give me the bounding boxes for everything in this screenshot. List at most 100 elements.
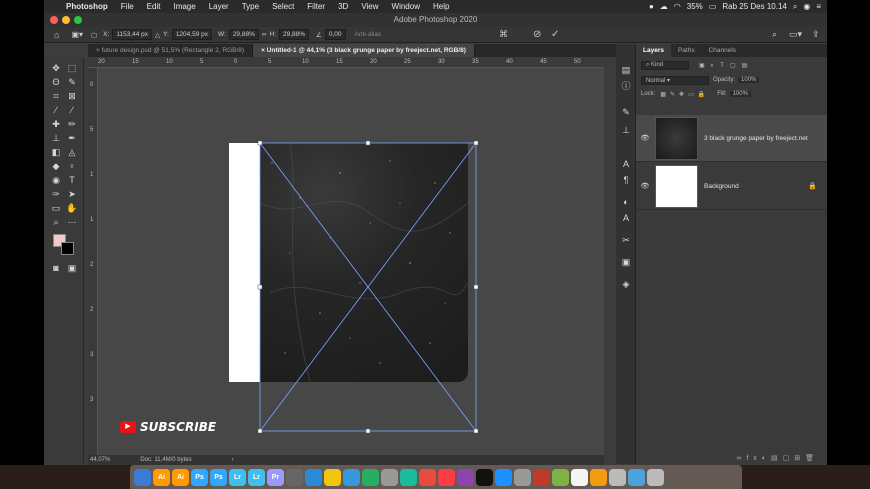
opacity-field[interactable]: 100% bbox=[738, 77, 760, 83]
menu-type[interactable]: Type bbox=[242, 2, 259, 11]
brush-settings-icon[interactable]: ✎ bbox=[620, 106, 632, 118]
eyedropper-tool-icon[interactable]: ⁄ bbox=[50, 104, 62, 116]
type-tool-icon[interactable]: T bbox=[66, 174, 78, 186]
dock-app-icon[interactable] bbox=[381, 468, 398, 486]
siri-icon[interactable]: ◉ bbox=[803, 2, 810, 11]
adjustments-icon[interactable]: ◐ bbox=[620, 196, 632, 208]
menu-layer[interactable]: Layer bbox=[209, 2, 229, 11]
lock-icons[interactable]: ▦✎✥▭🔒 bbox=[660, 91, 709, 98]
info-icon[interactable]: ⓘ bbox=[620, 80, 632, 92]
menu-filter[interactable]: Filter bbox=[307, 2, 325, 11]
dock-app-icon[interactable] bbox=[438, 468, 455, 486]
move-tool-icon[interactable]: ✥ bbox=[50, 62, 62, 74]
menu-edit[interactable]: Edit bbox=[147, 2, 161, 11]
visibility-eye-icon[interactable]: 👁 bbox=[636, 134, 654, 142]
blur-tool-icon[interactable]: ◆ bbox=[50, 160, 62, 172]
y-field[interactable]: 1204,59 px bbox=[171, 29, 212, 40]
dock-app-icon[interactable] bbox=[590, 468, 607, 486]
dock-app-icon[interactable]: Ai bbox=[172, 468, 189, 486]
dock-app-icon[interactable] bbox=[647, 468, 664, 486]
burn-tool-icon[interactable]: ◉ bbox=[50, 174, 62, 186]
canvas-area[interactable] bbox=[98, 68, 604, 455]
menu-view[interactable]: View bbox=[361, 2, 378, 11]
dock-app-icon[interactable] bbox=[305, 468, 322, 486]
tab-paths[interactable]: Paths bbox=[671, 44, 702, 57]
app-menu[interactable]: Photoshop bbox=[66, 2, 108, 11]
dock-app-icon[interactable]: Lr bbox=[229, 468, 246, 486]
dock-app-icon[interactable] bbox=[419, 468, 436, 486]
clone-stamp-tool-icon[interactable]: ⊥ bbox=[50, 132, 62, 144]
brush-tool-icon[interactable]: ✏ bbox=[66, 118, 78, 130]
menu-3d[interactable]: 3D bbox=[338, 2, 348, 11]
dock-app-icon[interactable] bbox=[343, 468, 360, 486]
dock-app-icon[interactable] bbox=[533, 468, 550, 486]
dock-app-icon[interactable] bbox=[400, 468, 417, 486]
rectangle-tool-icon[interactable]: ▭ bbox=[50, 202, 62, 214]
kind-filter[interactable]: ⌕ Kind bbox=[641, 60, 689, 70]
dock-app-icon[interactable] bbox=[628, 468, 645, 486]
dock-app-icon[interactable]: Ai bbox=[153, 468, 170, 486]
tools-settings-icon[interactable]: ✂ bbox=[620, 234, 632, 246]
share-icon[interactable]: ⇪ bbox=[812, 29, 820, 40]
dock-app-icon[interactable] bbox=[457, 468, 474, 486]
history-icon[interactable]: ▤ bbox=[620, 64, 632, 76]
menubar-clock[interactable]: Rab 25 Des 10.14 bbox=[722, 2, 787, 11]
tab-untitled-1[interactable]: × Untitled-1 @ 44,1% (3 black grunge pap… bbox=[253, 44, 475, 57]
commit-transform-icon[interactable]: ✓ bbox=[551, 29, 559, 40]
zoom-level[interactable]: 44,07% bbox=[90, 457, 110, 463]
x-field[interactable]: 1153,44 px bbox=[112, 29, 153, 40]
workspace-icon[interactable]: ▭▾ bbox=[789, 29, 802, 40]
angle-field[interactable]: 0,00 bbox=[324, 29, 346, 40]
menu-image[interactable]: Image bbox=[173, 2, 195, 11]
battery-icon[interactable]: ▭ bbox=[709, 2, 717, 11]
tab-channels[interactable]: Channels bbox=[702, 44, 743, 57]
paragraph-icon[interactable]: ¶ bbox=[620, 174, 632, 186]
zoom-window-button[interactable] bbox=[74, 16, 82, 24]
dock-app-icon[interactable]: Lr bbox=[248, 468, 265, 486]
antialias-label[interactable]: Anti-alias bbox=[355, 31, 382, 38]
status-arrow-icon[interactable]: › bbox=[232, 457, 234, 463]
layer-name[interactable]: 3 black grunge paper by freeject.net bbox=[704, 135, 808, 142]
dock-app-icon[interactable]: Pr bbox=[267, 468, 284, 486]
healing-brush-tool-icon[interactable]: ✚ bbox=[50, 118, 62, 130]
screen-mode-icon[interactable]: ▣ bbox=[66, 262, 78, 274]
dock-app-icon[interactable]: Ps bbox=[191, 468, 208, 486]
cancel-transform-icon[interactable]: ⊘ bbox=[533, 29, 541, 40]
control-center-icon[interactable]: ≡ bbox=[816, 2, 821, 11]
character-icon[interactable]: A bbox=[620, 158, 632, 170]
transform-tool-icon[interactable]: ▣▾ bbox=[71, 30, 83, 39]
search-icon[interactable]: ⌕ bbox=[772, 29, 777, 40]
menu-file[interactable]: File bbox=[121, 2, 134, 11]
home-icon[interactable]: ⌂ bbox=[54, 30, 59, 40]
wifi-icon[interactable]: ◠ bbox=[674, 2, 681, 11]
libraries-icon[interactable]: ▣ bbox=[620, 256, 632, 268]
hand-tool-icon[interactable]: ✋ bbox=[66, 202, 78, 214]
history-brush-tool-icon[interactable]: ✒ bbox=[66, 132, 78, 144]
warp-icon[interactable]: ⌘ bbox=[499, 29, 508, 40]
quick-select-tool-icon[interactable]: ✎ bbox=[66, 76, 78, 88]
dock-app-icon[interactable] bbox=[286, 468, 303, 486]
crop-tool-icon[interactable]: ⌗ bbox=[50, 90, 62, 102]
path-select-tool-icon[interactable]: ➤ bbox=[66, 188, 78, 200]
background-color-swatch[interactable] bbox=[61, 242, 74, 255]
dodge-tool-icon[interactable]: ♀ bbox=[66, 160, 78, 172]
quick-mask-icon[interactable]: ◙ bbox=[50, 262, 62, 274]
dock-app-icon[interactable] bbox=[552, 468, 569, 486]
tab-future-design[interactable]: × future design.psd @ 51,5% (Rectangle 2… bbox=[88, 44, 254, 57]
dock-app-icon[interactable] bbox=[571, 468, 588, 486]
reference-point-icon[interactable]: ▢ bbox=[91, 31, 97, 39]
layer-row[interactable]: 👁 Background 🔒 bbox=[636, 163, 827, 210]
glyphs-icon[interactable]: A bbox=[620, 212, 632, 224]
chain-icon[interactable]: ∞ bbox=[262, 31, 267, 38]
close-window-button[interactable] bbox=[50, 16, 58, 24]
dock-app-icon[interactable] bbox=[514, 468, 531, 486]
dock-app-icon[interactable]: Ps bbox=[210, 468, 227, 486]
height-field[interactable]: 29,88% bbox=[279, 29, 310, 40]
transform-bounding-box[interactable] bbox=[98, 68, 604, 455]
link-icon[interactable]: △ bbox=[155, 31, 160, 39]
dock-app-icon[interactable] bbox=[476, 468, 493, 486]
pen-tool-icon[interactable]: ✑ bbox=[50, 188, 62, 200]
fill-field[interactable]: 100% bbox=[729, 91, 751, 97]
layer-name[interactable]: Background bbox=[704, 183, 739, 190]
width-field[interactable]: 29,88% bbox=[228, 29, 259, 40]
